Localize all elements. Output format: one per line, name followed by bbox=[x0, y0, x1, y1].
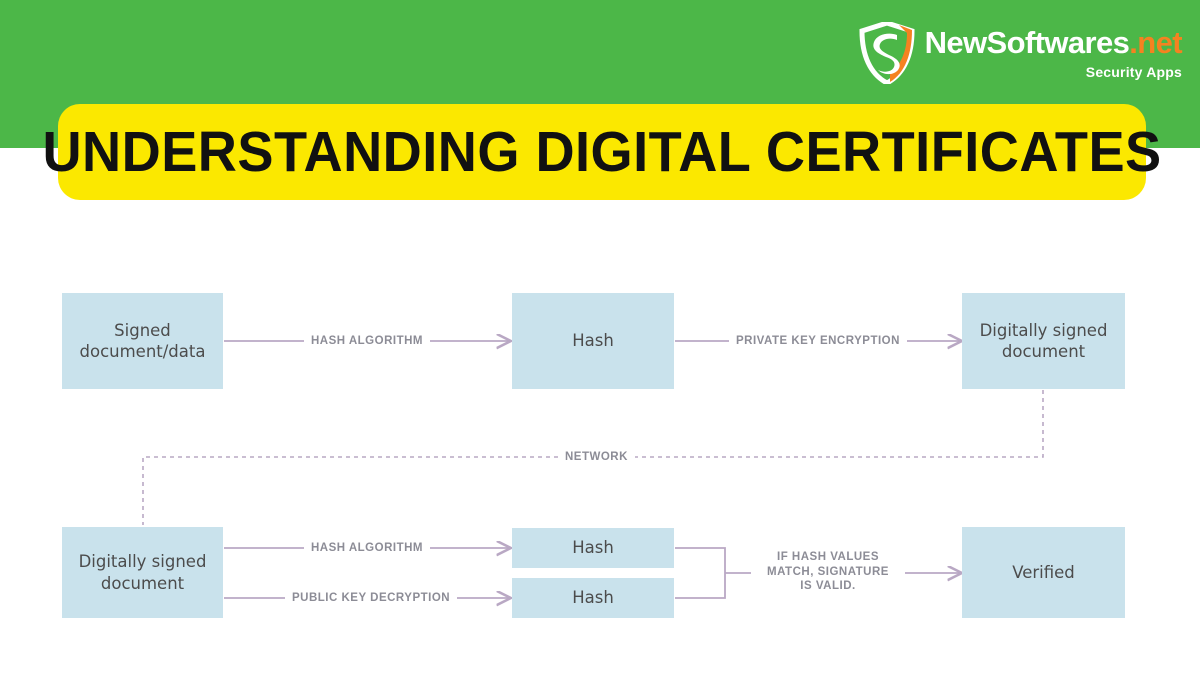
edge-label-network: NETWORK bbox=[558, 450, 635, 465]
diagram: Signed document/data HASH ALGORITHM Hash… bbox=[0, 0, 1200, 700]
node-hash-top: Hash bbox=[512, 293, 674, 389]
node-label: Digitally signed document bbox=[979, 320, 1108, 361]
node-hash-bottom-2: Hash bbox=[512, 578, 674, 618]
node-digitally-signed-document-bottom: Digitally signed document bbox=[62, 527, 223, 618]
page-root: NewSoftwares.net Security Apps UNDERSTAN… bbox=[0, 0, 1200, 700]
node-signed-document: Signed document/data bbox=[62, 293, 223, 389]
node-label: Verified bbox=[1012, 562, 1075, 582]
edge-label-public-key-decryption: PUBLIC KEY DECRYPTION bbox=[285, 591, 458, 606]
edge-label-match-signature: IF HASH VALUES MATCH, SIGNATURE IS VALID… bbox=[751, 550, 905, 595]
edge-label-private-key-encryption: PRIVATE KEY ENCRYPTION bbox=[729, 334, 907, 349]
edge-label-hash-algorithm-bottom: HASH ALGORITHM bbox=[304, 541, 430, 556]
node-label: Hash bbox=[572, 588, 614, 608]
node-verified: Verified bbox=[962, 527, 1125, 618]
node-hash-bottom-1: Hash bbox=[512, 528, 674, 568]
node-label: Signed document/data bbox=[79, 320, 206, 361]
node-label: Digitally signed document bbox=[78, 552, 207, 593]
node-label: Hash bbox=[572, 538, 614, 558]
edge-label-hash-algorithm-top: HASH ALGORITHM bbox=[304, 334, 430, 349]
node-label: Hash bbox=[572, 331, 614, 351]
node-digitally-signed-document-top: Digitally signed document bbox=[962, 293, 1125, 389]
